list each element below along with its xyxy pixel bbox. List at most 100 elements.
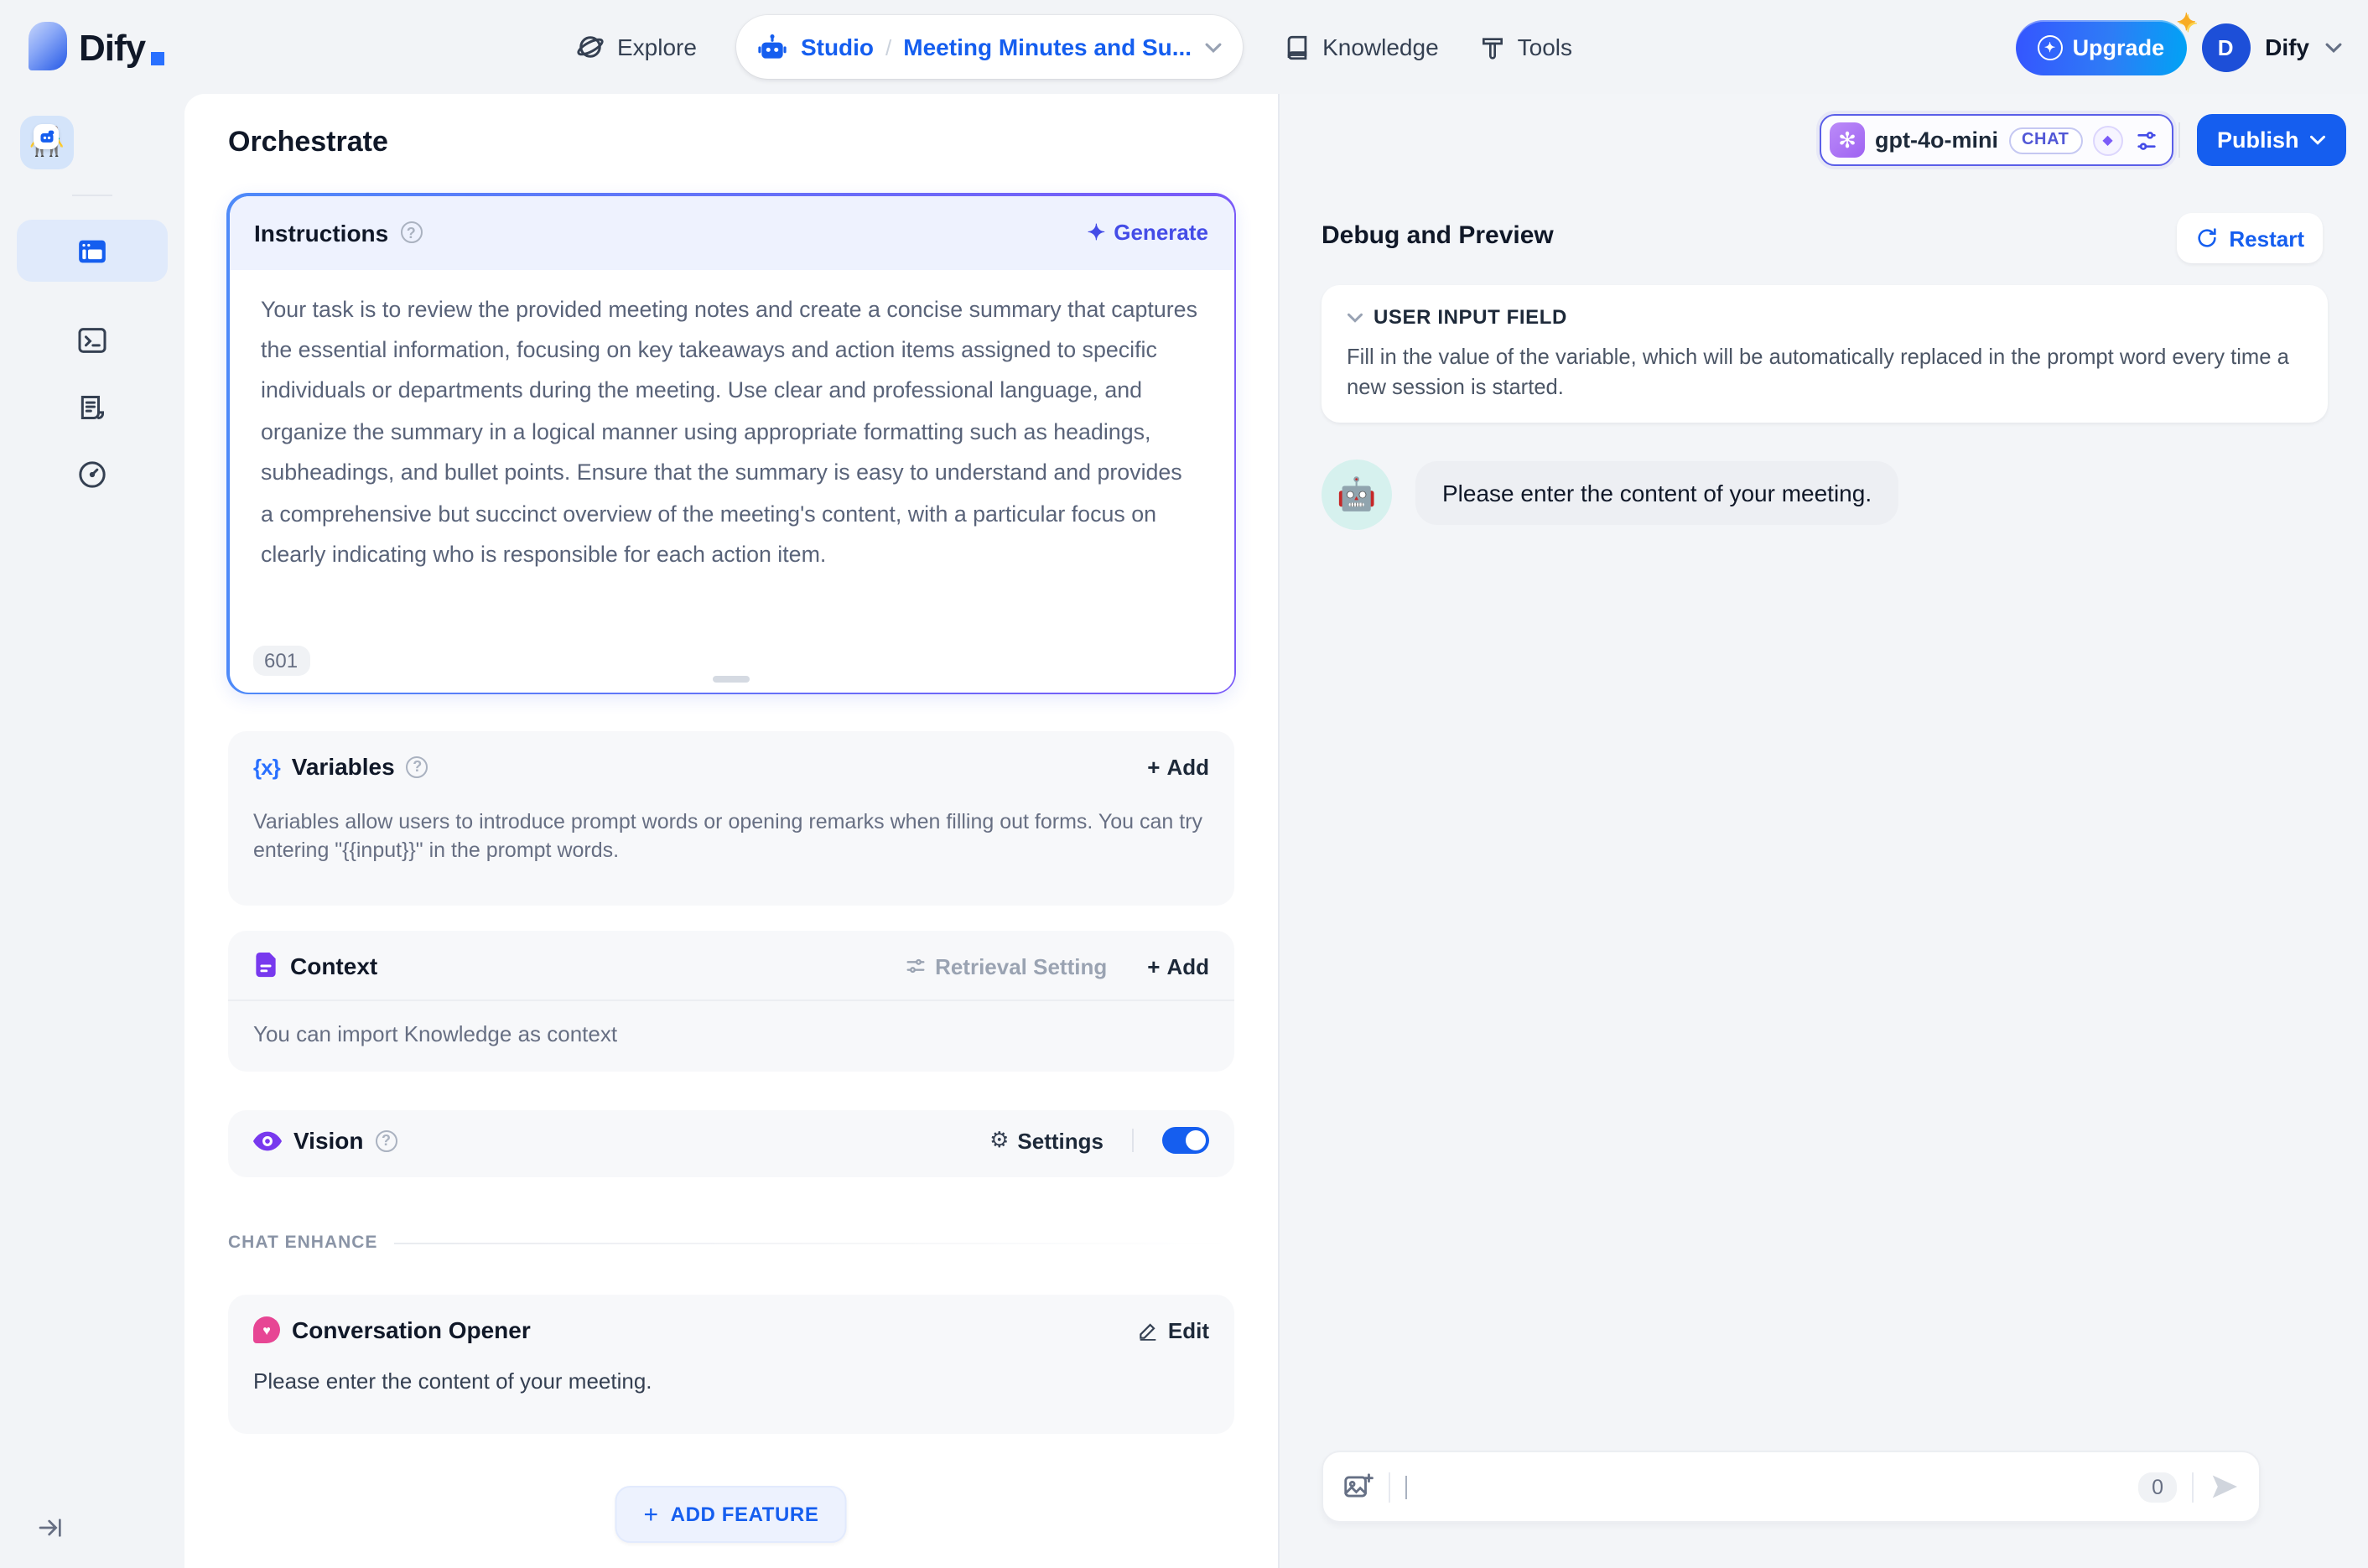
- generate-button[interactable]: ✦ Generate: [1087, 219, 1208, 246]
- conversation-opener-panel: ♥ Conversation Opener Edit Please enter …: [228, 1295, 1234, 1434]
- nav-explore[interactable]: Explore: [575, 32, 697, 62]
- gear-icon: ⚙: [989, 1128, 1010, 1153]
- variables-title: Variables: [291, 753, 395, 780]
- edit-opener-button[interactable]: Edit: [1138, 1317, 1209, 1342]
- openai-icon: ✻: [1830, 122, 1865, 158]
- nav-studio-pill[interactable]: Studio / Meeting Minutes and Su...: [736, 15, 1243, 79]
- chevron-down-icon[interactable]: [1203, 41, 1222, 53]
- sidebar-item-monitoring[interactable]: [17, 443, 168, 505]
- nav-tools-label: Tools: [1517, 34, 1573, 60]
- dify-logo[interactable]: Dify: [29, 22, 164, 70]
- instructions-header: Instructions ? ✦ Generate: [229, 195, 1233, 269]
- chat-message-row: 🤖 Please enter the content of your meeti…: [1322, 459, 1899, 530]
- context-title: Context: [290, 953, 378, 979]
- refresh-icon: [2195, 226, 2219, 250]
- chat-enhance-label: CHAT ENHANCE: [228, 1233, 378, 1253]
- help-icon[interactable]: ?: [406, 755, 428, 777]
- sidebar-item-api-access[interactable]: [17, 309, 168, 371]
- upgrade-button[interactable]: ✦ Upgrade ✦: [2015, 8, 2196, 75]
- chatbot-badge-icon: [34, 124, 59, 149]
- char-count-badge: 601: [252, 645, 310, 675]
- breadcrumb-studio[interactable]: Studio: [801, 34, 874, 60]
- generate-label: Generate: [1114, 220, 1208, 245]
- context-panel: Context Retrieval Setting + Add You can …: [228, 931, 1234, 1072]
- chat-enhance-section: CHAT ENHANCE: [228, 1233, 1234, 1253]
- account-avatar[interactable]: D: [2201, 23, 2251, 71]
- send-icon[interactable]: [2209, 1471, 2241, 1503]
- instructions-textarea[interactable]: Your task is to review the provided meet…: [229, 269, 1230, 576]
- sidebar-item-orchestrate[interactable]: [17, 220, 168, 282]
- plus-icon: +: [1147, 953, 1161, 979]
- left-sidebar: 👬: [0, 94, 184, 1568]
- user-input-field-description: Fill in the value of the variable, which…: [1347, 344, 2289, 398]
- help-icon[interactable]: ?: [400, 221, 423, 243]
- add-feature-button[interactable]: + ADD FEATURE: [615, 1486, 848, 1543]
- bot-avatar-emoji: 🤖: [1337, 478, 1377, 513]
- add-image-icon[interactable]: [1342, 1471, 1374, 1503]
- variables-icon: {x}: [253, 754, 281, 779]
- vision-settings-button[interactable]: ⚙ Settings: [989, 1128, 1104, 1153]
- nav-knowledge-label: Knowledge: [1322, 34, 1439, 60]
- orchestrate-config-panel: Orchestrate Instructions ? ✦ Generate Yo…: [184, 94, 1280, 1568]
- bot-message-bubble: Please enter the content of your meeting…: [1415, 461, 1899, 525]
- vision-panel: Vision ? ⚙ Settings: [228, 1110, 1234, 1177]
- gauge-icon: [75, 457, 109, 491]
- main-nav: Explore Studio / Meeting Minutes and Su.…: [575, 0, 1572, 94]
- retrieval-setting-button[interactable]: Retrieval Setting: [903, 953, 1107, 979]
- header-right: ✦ Upgrade ✦ D Dify: [2015, 0, 2343, 94]
- context-description: You can import Knowledge as context: [253, 1021, 618, 1046]
- dify-logo-dot: [150, 52, 164, 65]
- context-divider: [228, 999, 1234, 1001]
- model-params-icon[interactable]: [2132, 127, 2159, 153]
- dify-logo-text: Dify: [79, 27, 146, 69]
- breadcrumb-separator: /: [885, 34, 892, 60]
- model-feature-icon: ◆: [2092, 125, 2123, 155]
- vision-eye-icon: [253, 1129, 282, 1151]
- add-variable-button[interactable]: + Add: [1147, 754, 1209, 779]
- upgrade-label: Upgrade: [2072, 34, 2165, 60]
- account-chevron-icon[interactable]: [2324, 41, 2343, 53]
- variables-panel: {x} Variables ? + Add Variables allow us…: [228, 731, 1234, 906]
- user-input-field-card: USER INPUT FIELD Fill in the value of th…: [1322, 285, 2328, 423]
- vision-title: Vision: [293, 1127, 364, 1154]
- dify-logo-icon: [29, 22, 67, 70]
- chat-message-input[interactable]: [1407, 1474, 2139, 1499]
- model-name: gpt-4o-mini: [1875, 127, 1998, 153]
- explore-icon: [575, 32, 605, 62]
- plus-icon: +: [1147, 754, 1161, 779]
- nav-tools[interactable]: Tools: [1479, 34, 1572, 60]
- robot-icon: [757, 31, 789, 63]
- model-selector[interactable]: ✻ gpt-4o-mini CHAT ◆: [1820, 114, 2173, 166]
- help-icon[interactable]: ?: [375, 1129, 397, 1151]
- terminal-icon: [75, 323, 109, 356]
- breadcrumb-app-name[interactable]: Meeting Minutes and Su...: [903, 34, 1192, 60]
- add-context-button[interactable]: + Add: [1147, 953, 1209, 979]
- account-name[interactable]: Dify: [2265, 34, 2309, 60]
- chat-input-bar: 0: [1322, 1451, 2261, 1523]
- orchestrate-window-icon: [75, 234, 109, 267]
- restart-button[interactable]: Restart: [2177, 213, 2323, 263]
- resize-handle[interactable]: [713, 675, 750, 682]
- user-input-field-title: USER INPUT FIELD: [1374, 305, 1567, 329]
- vision-toggle[interactable]: [1162, 1127, 1209, 1154]
- publish-button[interactable]: Publish: [2197, 114, 2346, 166]
- sidebar-item-logs[interactable]: [17, 376, 168, 438]
- page-title: Orchestrate: [228, 126, 388, 158]
- log-document-icon: [75, 390, 109, 423]
- hammer-icon: [1479, 34, 1506, 60]
- sidebar-expand-button[interactable]: [30, 1508, 70, 1548]
- sparkle-icon: ✦: [2176, 8, 2197, 34]
- collapse-chevron-icon[interactable]: [1347, 311, 1363, 323]
- context-document-icon: [253, 953, 278, 979]
- nav-explore-label: Explore: [617, 34, 697, 60]
- sidebar-divider: [72, 195, 112, 196]
- bot-avatar: 🤖: [1322, 459, 1392, 530]
- sparkle-generate-icon: ✦: [1087, 219, 1106, 244]
- app-root: Dify Explore Studio / Meeting Minutes an…: [0, 0, 2368, 1568]
- conversation-opener-title: Conversation Opener: [292, 1316, 531, 1343]
- book-icon: [1282, 33, 1311, 61]
- nav-knowledge[interactable]: Knowledge: [1282, 33, 1439, 61]
- conversation-opener-icon: ♥: [253, 1316, 280, 1343]
- debug-title: Debug and Preview: [1322, 221, 1554, 250]
- instructions-panel: Instructions ? ✦ Generate Your task is t…: [226, 193, 1236, 694]
